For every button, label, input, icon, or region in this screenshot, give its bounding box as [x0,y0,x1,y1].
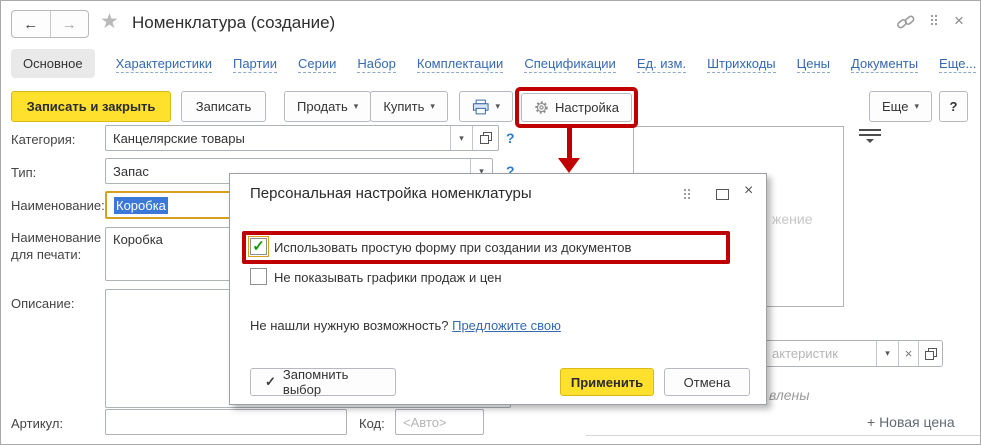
code-label: Код: [359,416,385,431]
tab-nabor[interactable]: Набор [357,56,396,73]
tab-dokumenty[interactable]: Документы [851,56,919,73]
remember-choice-button[interactable]: ✓ Запомнить выбор [250,367,396,397]
image-placeholder-text-fragment: жение [772,211,813,227]
tab-harakteristiki[interactable]: Характеристики [115,56,212,73]
app-window: ← → ★ Номенклатура (создание) × Основное… [0,0,981,445]
prices-status-fragment: влены [769,387,810,403]
help-button[interactable]: ? [939,91,968,122]
chevron-down-icon: ▾ [495,101,500,111]
category-field[interactable]: Канцелярские товары ▾ [105,125,499,151]
print-button[interactable]: ▾ [459,91,513,122]
chevron-down-icon: ▾ [353,101,359,111]
category-open-icon[interactable] [472,126,498,150]
tab-ceny[interactable]: Цены [796,56,831,73]
more-button[interactable]: Еще ▾ [869,91,932,122]
check-icon: ✓ [265,374,276,389]
trade-buttons-group: Продать ▾ Купить ▾ [284,91,448,122]
personal-settings-dialog: Персональная настройка номенклатуры × ✓ … [229,173,767,405]
suggest-feature-link[interactable]: Предложите свою [452,318,561,333]
window-close-icon[interactable]: × [954,11,964,31]
page-title: Номенклатура (создание) [132,13,336,32]
dialog-close-icon[interactable]: × [744,182,753,200]
chevron-down-icon: ▾ [914,101,919,111]
new-price-link[interactable]: + Новая цена [867,414,955,430]
characteristics-open-icon[interactable] [918,341,942,366]
tab-ed-izm[interactable]: Ед. изм. [636,56,687,73]
window-menu-icon[interactable] [931,15,937,25]
name-label: Наименование: [11,198,105,213]
print-name-label: Наименование для печати: [11,230,102,262]
tab-osnovnoe[interactable]: Основное [11,49,95,78]
sku-label: Артикул: [11,416,64,431]
category-dropdown-icon[interactable]: ▾ [450,126,472,150]
bottom-separator [586,435,980,436]
characteristics-dropdown-icon[interactable]: ▾ [876,341,898,366]
favorite-star-icon[interactable]: ★ [100,9,119,34]
history-nav: ← → [11,10,89,38]
category-help-icon[interactable]: ? [506,130,515,146]
characteristics-placeholder-fragment: актеристик [772,346,838,361]
simple-form-checkbox-label[interactable]: Использовать простую форму при создании … [274,240,631,255]
save-and-close-button[interactable]: Записать и закрыть [11,91,171,122]
settings-button[interactable]: Настройка [521,93,632,122]
tab-serii[interactable]: Серии [297,56,337,73]
tab-specifikacii[interactable]: Спецификации [524,56,616,73]
printer-icon [472,99,489,114]
settings-highlight-rect: Настройка [515,87,638,128]
back-button[interactable]: ← [12,11,51,37]
gear-icon [535,101,548,114]
tab-more[interactable]: Еще... ▾ [939,56,980,73]
sell-button[interactable]: Продать ▾ [284,91,372,122]
characteristics-clear-icon[interactable]: × [898,341,918,366]
category-label: Категория: [11,132,76,147]
annotation-arrow-line [567,128,572,159]
link-icon[interactable] [895,13,917,33]
dialog-maximize-icon[interactable] [716,189,729,200]
tab-komplektacii[interactable]: Комплектации [416,56,504,73]
nav-tabs: Основное Характеристики Партии Серии Наб… [11,49,980,78]
save-button[interactable]: Записать [181,91,266,122]
annotation-arrow-head [558,158,580,173]
collapse-header-icon[interactable] [859,129,881,143]
chevron-down-icon: ▾ [430,101,435,111]
check-icon: ✓ [252,238,265,255]
tab-partii[interactable]: Партии [232,56,277,73]
buy-button[interactable]: Купить ▾ [370,91,448,122]
tab-shtrihkody[interactable]: Штрихкоды [707,56,776,73]
description-label: Описание: [11,296,75,311]
cancel-button[interactable]: Отмена [664,368,750,396]
dialog-title: Персональная настройка номенклатуры [250,185,532,202]
no-charts-checkbox-label[interactable]: Не показывать графики продаж и цен [274,270,502,285]
type-label: Тип: [11,165,37,180]
no-charts-checkbox[interactable] [250,268,267,285]
dialog-menu-icon[interactable] [684,189,690,199]
feature-question: Не нашли нужную возможность? Предложите … [250,318,561,333]
forward-button[interactable]: → [51,11,89,37]
code-input[interactable] [395,409,484,435]
apply-button[interactable]: Применить [560,368,654,396]
selected-text: Коробка [114,196,168,214]
sku-input[interactable] [105,409,347,435]
simple-form-checkbox[interactable]: ✓ [248,236,269,257]
